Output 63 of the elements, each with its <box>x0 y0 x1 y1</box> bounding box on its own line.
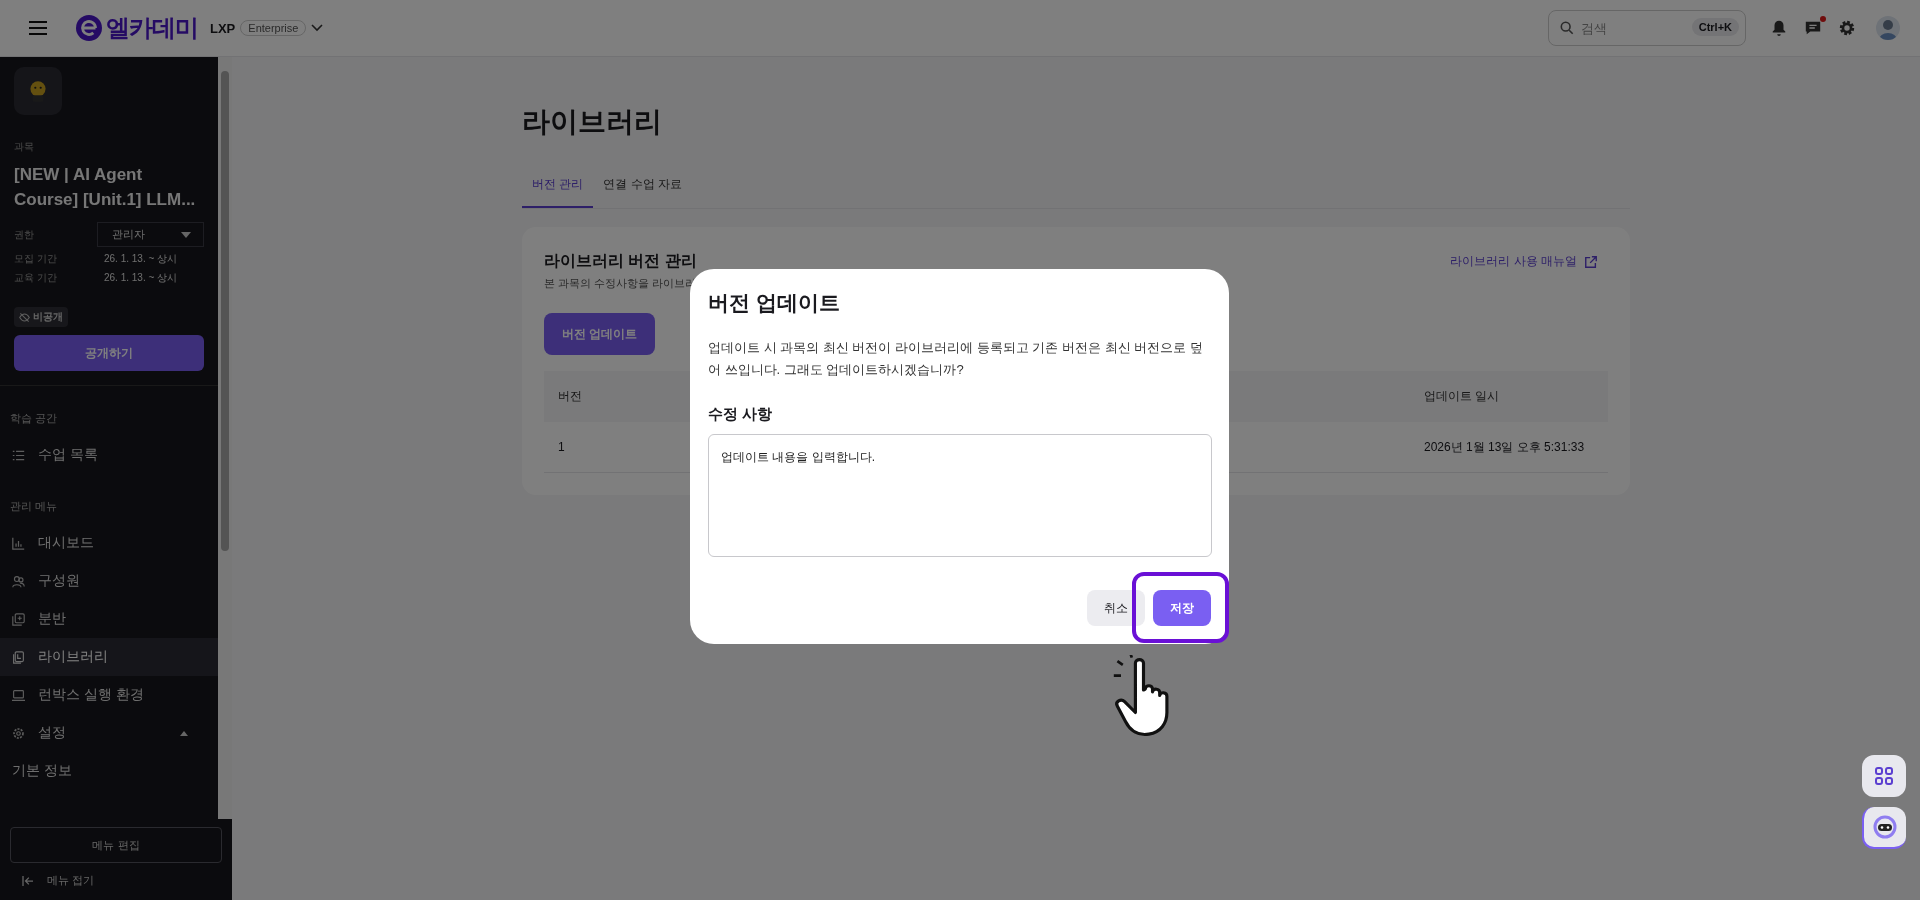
role-dropdown[interactable]: 관리자 <box>96 222 204 247</box>
course-title: [NEW | AI Agent Course] [Unit.1] LLM... <box>14 164 197 211</box>
chevron-down-icon <box>311 24 324 32</box>
nav-subitem[interactable]: 기본 정보 <box>0 752 218 790</box>
bar-chart-icon <box>12 536 25 550</box>
course-label: 과목 <box>14 140 35 154</box>
eye-off-icon <box>19 311 30 323</box>
caret-down-icon <box>181 231 191 238</box>
gear-icon <box>12 726 25 740</box>
manual-link[interactable]: 라이브러리 사용 매뉴얼 <box>1450 253 1598 270</box>
column-header: 버전 <box>558 388 582 405</box>
menu-icon <box>29 21 47 35</box>
caret-up-icon <box>180 730 188 736</box>
dialog-title: 버전 업데이트 <box>708 290 841 316</box>
dialog-message: 업데이트 시 과목의 최신 버전이 라이브러리에 등록되고 기존 버전은 최신 버전으로 덮어 쓰입니다. 그래도 업데이트하시겠습니까? <box>708 339 1204 379</box>
nav-item[interactable]: 라이브러리 <box>0 638 218 676</box>
list-icon <box>12 448 25 462</box>
tab[interactable]: 버전 관리 <box>522 162 594 208</box>
nav-item[interactable]: 분반 <box>0 600 218 638</box>
changes-textarea[interactable]: 업데이트 내용을 입력합니다. <box>708 434 1212 557</box>
nav-item[interactable]: 대시보드 <box>0 524 218 562</box>
nav-item[interactable]: 수업 목록 <box>0 436 218 474</box>
field-label: 수정 사항 <box>708 405 774 424</box>
collapse-left-icon <box>22 875 34 886</box>
tab[interactable]: 연결 수업 자료 <box>593 162 692 208</box>
apps-grid-button[interactable] <box>1862 755 1906 797</box>
product-switcher[interactable]: LXP Enterprise <box>210 20 324 36</box>
save-button[interactable]: 저장 <box>1153 590 1211 626</box>
publish-button[interactable]: 공개하기 <box>14 335 204 371</box>
card-title: 라이브러리 버전 관리 <box>544 251 697 271</box>
search-icon <box>1560 21 1574 35</box>
logo-text: 엘카데미 <box>106 13 198 43</box>
column-header: 업데이트 일시 <box>1424 388 1500 405</box>
people-icon <box>12 574 25 588</box>
shortcut-hint: Ctrl+K <box>1691 18 1739 36</box>
field-value: 26. 1. 13. ~ 상시 <box>104 252 178 266</box>
table-cell: 1 <box>558 440 565 454</box>
nav-item[interactable]: 설정 <box>0 714 218 752</box>
field-value: 26. 1. 13. ~ 상시 <box>104 271 178 285</box>
external-link-icon <box>1584 254 1598 269</box>
visibility-label: 비공개 <box>33 310 63 324</box>
collapse-menu-button[interactable]: 메뉴 접기 <box>10 863 222 892</box>
update-button[interactable]: 버전 업데이트 <box>544 313 656 355</box>
cancel-button[interactable]: 취소 <box>1087 590 1145 626</box>
settings-icon <box>1838 19 1856 37</box>
section-heading: 관리 메뉴 <box>9 499 59 514</box>
robot-icon <box>1873 815 1897 839</box>
nav-item[interactable]: 런박스 실행 환경 <box>0 676 218 714</box>
bell-icon <box>1770 19 1788 37</box>
book-copy-icon <box>12 650 25 664</box>
chat-icon <box>1804 19 1822 37</box>
user-avatar[interactable] <box>1876 16 1900 40</box>
edit-menu-button[interactable]: 메뉴 편집 <box>10 827 222 863</box>
page-title: 라이브러리 <box>522 105 663 139</box>
laptop-icon <box>12 688 25 702</box>
scrollbar[interactable] <box>218 57 232 819</box>
table-cell: 2026년 1월 13일 오후 5:31:33 <box>1424 438 1585 456</box>
section-heading: 학습 공간 <box>9 411 59 426</box>
e-logo-icon <box>76 15 102 41</box>
nav-item[interactable]: 구성원 <box>0 562 218 600</box>
layers-plus-icon <box>12 612 25 626</box>
grid-icon <box>1874 766 1894 786</box>
chatbot-button[interactable] <box>1862 807 1906 849</box>
